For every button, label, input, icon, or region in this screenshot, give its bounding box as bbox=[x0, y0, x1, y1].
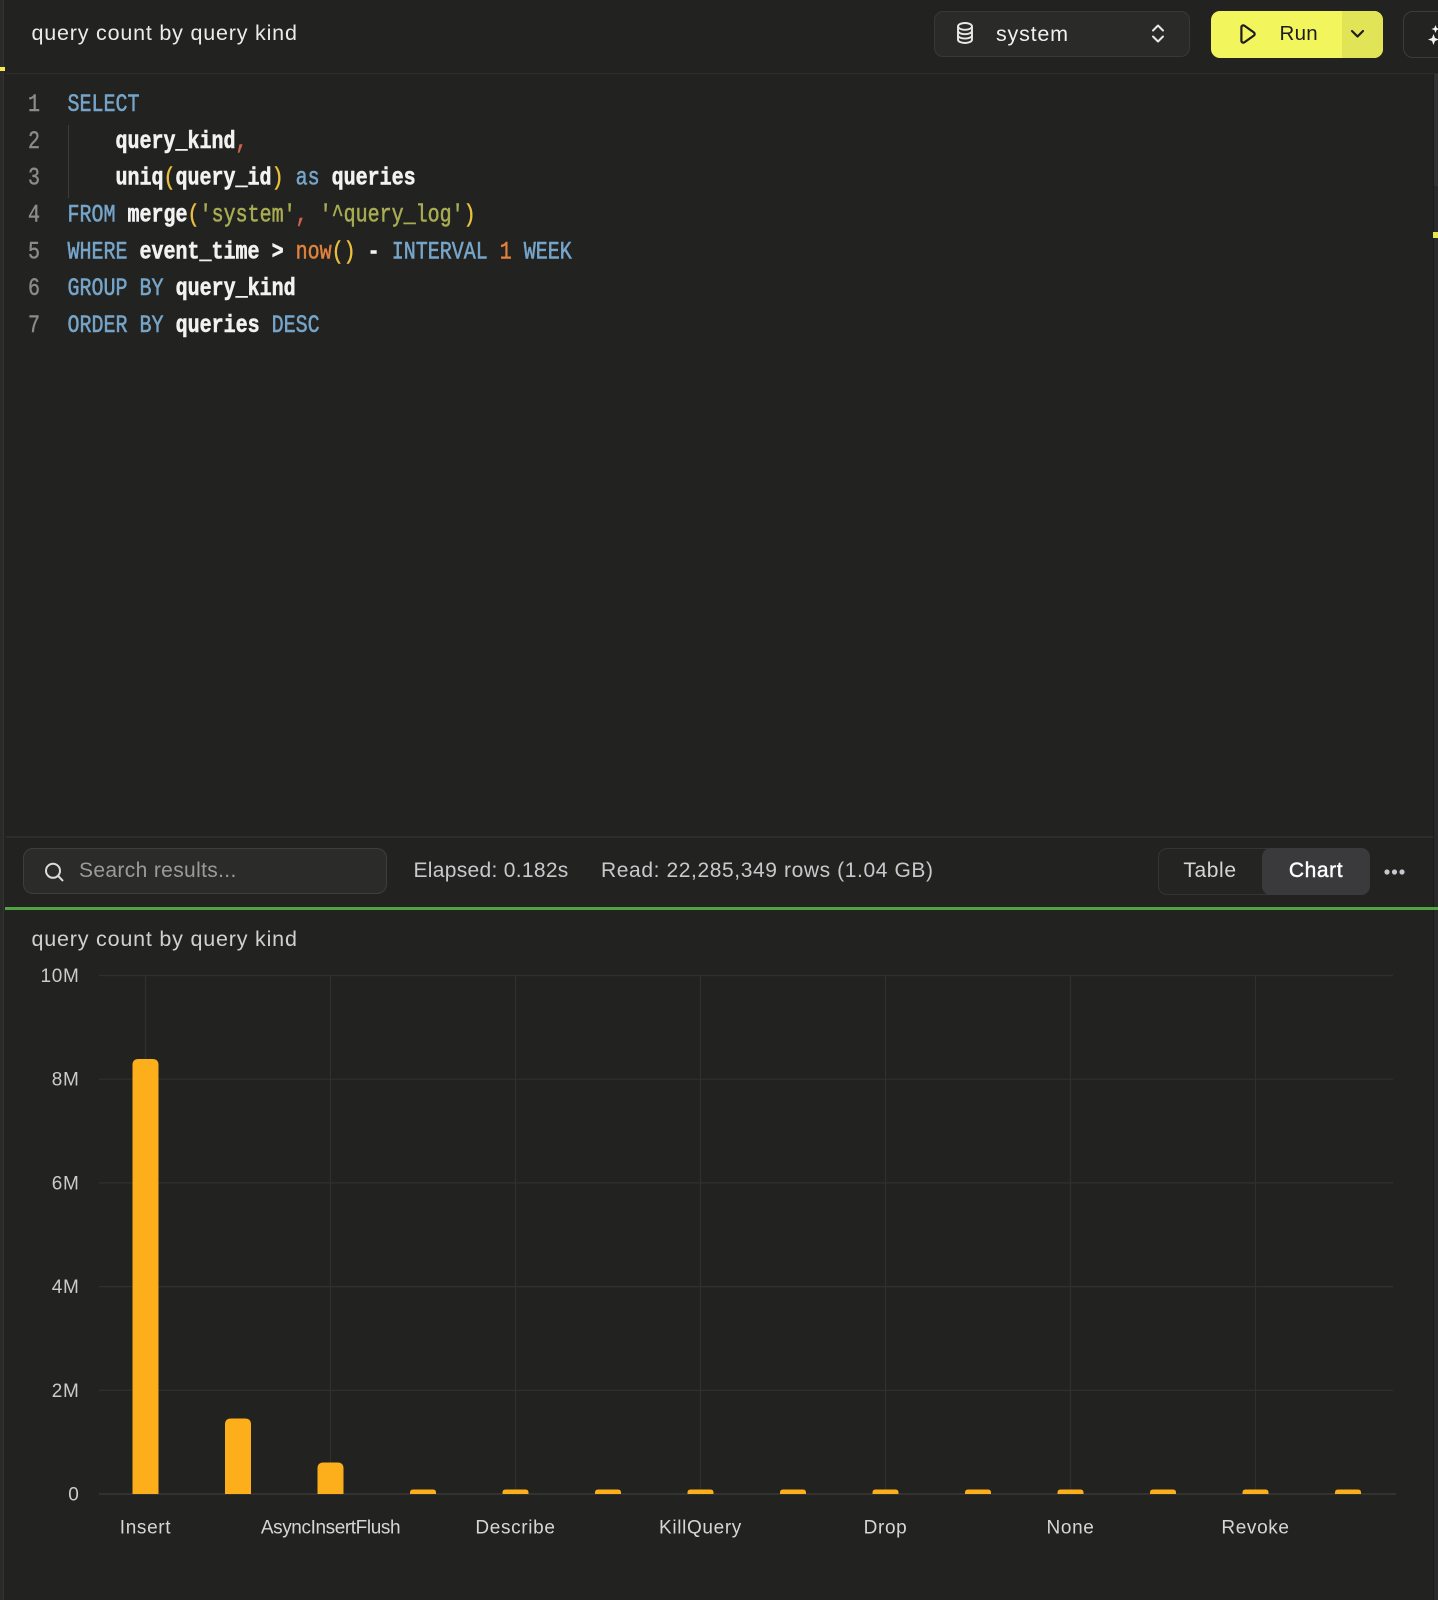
svg-text:AsyncInsertFlush: AsyncInsertFlush bbox=[261, 1518, 400, 1539]
svg-text:KillQuery: KillQuery bbox=[659, 1518, 742, 1539]
svg-text:8M: 8M bbox=[52, 1070, 80, 1091]
svg-text:6M: 6M bbox=[52, 1173, 80, 1194]
svg-text:Revoke: Revoke bbox=[1221, 1518, 1289, 1539]
svg-text:Drop: Drop bbox=[864, 1518, 908, 1539]
svg-text:Describe: Describe bbox=[475, 1518, 555, 1539]
svg-text:10M: 10M bbox=[40, 966, 79, 987]
svg-text:2M: 2M bbox=[52, 1381, 80, 1402]
svg-text:4M: 4M bbox=[52, 1277, 80, 1298]
svg-text:Insert: Insert bbox=[120, 1518, 171, 1539]
svg-text:0: 0 bbox=[68, 1485, 79, 1506]
svg-text:None: None bbox=[1046, 1518, 1094, 1539]
